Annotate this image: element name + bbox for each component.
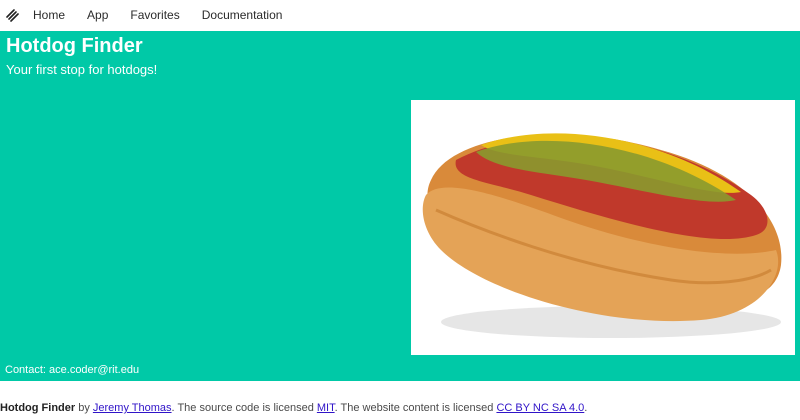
cc-license-link[interactable]: CC BY NC SA 4.0 bbox=[496, 402, 584, 414]
contact-text: Contact: ace.coder@rit.edu bbox=[5, 364, 140, 376]
footer-content-text: . The website content is licensed bbox=[334, 402, 497, 414]
footer-brand: Hotdog Finder bbox=[0, 402, 76, 414]
page-title: Hotdog Finder bbox=[6, 35, 143, 57]
top-navbar: Home App Favorites Documentation bbox=[0, 0, 800, 30]
mit-license-link[interactable]: MIT bbox=[317, 402, 335, 414]
page-subtitle: Your first stop for hotdogs! bbox=[6, 62, 158, 77]
footer-source-text: . The source code is licensed bbox=[171, 402, 317, 414]
author-link[interactable]: Jeremy Thomas bbox=[93, 402, 172, 414]
footer-end-text: . bbox=[584, 402, 588, 414]
hotdog-image bbox=[411, 100, 795, 355]
footer: Hotdog Finder by Jeremy Thomas. The sour… bbox=[0, 402, 587, 414]
brand-logo-icon[interactable] bbox=[6, 8, 20, 22]
nav-item-favorites[interactable]: Favorites bbox=[130, 8, 179, 22]
hero-section: Hotdog Finder Your first stop for hotdog… bbox=[0, 31, 800, 381]
hotdog-photo-icon bbox=[422, 133, 782, 338]
nav-item-app[interactable]: App bbox=[87, 8, 108, 22]
footer-by-text: by bbox=[75, 402, 93, 414]
nav-item-home[interactable]: Home bbox=[33, 8, 65, 22]
nav-item-documentation[interactable]: Documentation bbox=[202, 8, 283, 22]
